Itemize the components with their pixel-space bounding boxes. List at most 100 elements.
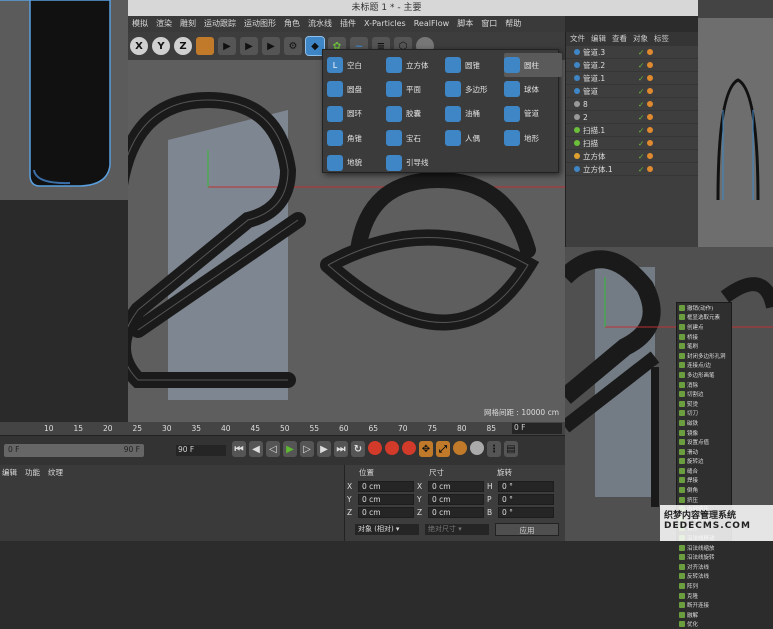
context-menu-item[interactable]: 断开连接 <box>677 600 731 610</box>
context-menu-item[interactable]: 沿法线缩放 <box>677 543 731 553</box>
axis-z-button[interactable]: Z <box>174 37 192 55</box>
popup-item-disc[interactable]: 圆盘 <box>327 77 385 101</box>
tag-icon[interactable] <box>647 127 654 133</box>
context-menu-item[interactable]: 融解 <box>677 610 731 620</box>
tag-icon[interactable] <box>647 62 654 68</box>
pla-key-icon[interactable]: ⋮ <box>487 441 501 457</box>
context-menu-item[interactable]: 优化 <box>677 620 731 629</box>
context-menu-item[interactable]: 沿法线旋转 <box>677 552 731 562</box>
context-menu-item[interactable]: 连接点/边 <box>677 361 731 371</box>
object-row[interactable]: 8 ✓ <box>566 98 698 111</box>
loop-icon[interactable]: ↻ <box>351 441 365 457</box>
render-view-icon[interactable]: ▶ <box>240 37 258 55</box>
context-menu-item[interactable]: 挤压 <box>677 495 731 505</box>
context-menu-item[interactable]: 阵列 <box>677 581 731 591</box>
object-row[interactable]: 管道.2 ✓ <box>566 59 698 72</box>
context-menu-item[interactable]: 反转法线 <box>677 572 731 582</box>
menu-plugins[interactable]: 插件 <box>340 16 356 32</box>
secondary-viewport[interactable] <box>698 0 773 247</box>
tab-edit[interactable]: 编辑 <box>2 467 17 478</box>
context-menu-item[interactable]: 旋转边 <box>677 457 731 467</box>
rotation-field[interactable] <box>498 494 554 505</box>
visibility-check-icon[interactable]: ✓ <box>638 100 644 109</box>
visibility-check-icon[interactable]: ✓ <box>638 165 644 174</box>
context-menu-item[interactable]: 消除 <box>677 380 731 390</box>
axis-y-button[interactable]: Y <box>152 37 170 55</box>
tag-icon[interactable] <box>647 140 654 146</box>
popup-item-polygon[interactable]: 多边形 <box>445 77 503 101</box>
menu-pipeline[interactable]: 流水线 <box>308 16 332 32</box>
go-start-icon[interactable]: ⏮ <box>232 441 246 457</box>
menu-script[interactable]: 脚本 <box>457 16 473 32</box>
menu-help[interactable]: 帮助 <box>505 16 521 32</box>
tag-icon[interactable] <box>647 114 654 120</box>
popup-item-platonic[interactable]: 宝石 <box>386 126 444 150</box>
position-field[interactable] <box>358 494 414 505</box>
context-menu-item[interactable]: 切刀 <box>677 409 731 419</box>
render-settings-icon[interactable]: ▶ <box>262 37 280 55</box>
range-slider[interactable]: 0 F 90 F <box>4 444 144 457</box>
visibility-check-icon[interactable]: ✓ <box>638 126 644 135</box>
menu-simulate[interactable]: 模拟 <box>132 16 148 32</box>
popup-item-plane[interactable]: 平面 <box>386 77 444 101</box>
film-icon[interactable]: ▤ <box>504 441 518 457</box>
visibility-check-icon[interactable]: ✓ <box>638 152 644 161</box>
go-end-icon[interactable]: ⏭ <box>334 441 348 457</box>
visibility-check-icon[interactable]: ✓ <box>638 61 644 70</box>
om-tab-view[interactable]: 查看 <box>612 32 627 46</box>
menu-character[interactable]: 角色 <box>284 16 300 32</box>
current-frame-field[interactable]: 0 F <box>512 423 562 434</box>
axis-x-button[interactable]: X <box>130 37 148 55</box>
context-menu-item[interactable]: 对齐法线 <box>677 562 731 572</box>
om-tab-object[interactable]: 对象 <box>633 32 648 46</box>
object-row[interactable]: 管道.1 ✓ <box>566 72 698 85</box>
visibility-check-icon[interactable]: ✓ <box>638 87 644 96</box>
size-field[interactable] <box>428 481 484 492</box>
coordinate-system-icon[interactable] <box>196 37 214 55</box>
context-menu-item[interactable]: 熨烫 <box>677 399 731 409</box>
render-gear-icon[interactable]: ⚙ <box>284 37 302 55</box>
autokey-icon[interactable] <box>385 441 399 455</box>
context-menu-item[interactable]: 克隆 <box>677 591 731 601</box>
object-row[interactable]: 立方体.1 ✓ <box>566 163 698 176</box>
size-field[interactable] <box>428 507 484 518</box>
popup-item-capsule[interactable]: 胶囊 <box>386 102 444 126</box>
rotation-field[interactable] <box>498 481 554 492</box>
popup-item-torus[interactable]: 圆环 <box>327 102 385 126</box>
next-frame-icon[interactable]: ▷ <box>300 441 314 457</box>
prev-frame-icon[interactable]: ◁ <box>266 441 280 457</box>
popup-item-sphere[interactable]: 球体 <box>504 77 562 101</box>
context-menu-item[interactable]: 镜像 <box>677 428 731 438</box>
end-frame-field[interactable]: 90 F <box>176 445 226 456</box>
object-row[interactable]: 管道.3 ✓ <box>566 46 698 59</box>
context-menu-item[interactable]: 磁铁 <box>677 418 731 428</box>
object-row[interactable]: 扫描 ✓ <box>566 137 698 150</box>
tag-icon[interactable] <box>647 153 654 159</box>
popup-item-null[interactable]: L 空白 <box>327 53 385 77</box>
popup-item-cylinder[interactable]: 圆柱 <box>504 53 562 77</box>
popup-item-relief[interactable]: 地貌 <box>327 151 385 175</box>
menu-motion-tracking[interactable]: 运动跟踪 <box>204 16 236 32</box>
popup-item-guide[interactable]: 引导线 <box>386 151 444 175</box>
context-menu-item[interactable]: 笔刷 <box>677 341 731 351</box>
context-menu-item[interactable]: 倒角 <box>677 485 731 495</box>
record-icon[interactable] <box>368 441 382 455</box>
menu-window[interactable]: 窗口 <box>481 16 497 32</box>
menu-mograph[interactable]: 运动图形 <box>244 16 276 32</box>
size-field[interactable] <box>428 494 484 505</box>
move-key-icon[interactable]: ✥ <box>419 441 433 457</box>
menu-realflow[interactable]: RealFlow <box>414 16 450 32</box>
popup-item-cone[interactable]: 圆锥 <box>445 53 503 77</box>
timeline-ruler[interactable]: 1015202530354045505560657075808590 <box>0 422 565 436</box>
visibility-check-icon[interactable]: ✓ <box>638 74 644 83</box>
context-menu-item[interactable]: 焊接 <box>677 476 731 486</box>
prev-key-icon[interactable]: ◀ <box>249 441 263 457</box>
popup-item-figure[interactable]: 人偶 <box>445 126 503 150</box>
play-icon[interactable]: ▶ <box>283 441 297 457</box>
tab-function[interactable]: 功能 <box>25 467 40 478</box>
position-field[interactable] <box>358 507 414 518</box>
visibility-check-icon[interactable]: ✓ <box>638 48 644 57</box>
context-menu-item[interactable]: 封闭多边形孔洞 <box>677 351 731 361</box>
menu-render[interactable]: 渲染 <box>156 16 172 32</box>
render-region-icon[interactable]: ▶ <box>218 37 236 55</box>
